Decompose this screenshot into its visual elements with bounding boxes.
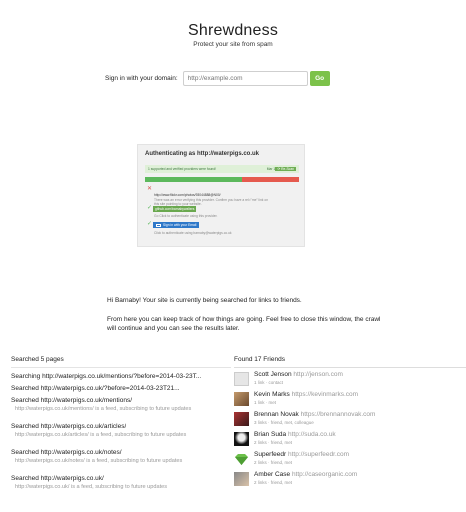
friend-name: Superfeedr <box>254 451 287 458</box>
rescan-label: Re-Scan <box>281 166 294 171</box>
log-item[interactable]: Searching http://waterpigs.co.uk/mention… <box>11 373 201 380</box>
friend-name: Amber Case <box>254 471 291 478</box>
friend-meta: 2 links · friend, met <box>254 440 293 445</box>
check-icon-2: ✓ <box>147 221 153 227</box>
check-icon: ✓ <box>147 205 153 211</box>
avatar <box>234 472 249 486</box>
log-item-detail: http://waterpigs.co.uk/articles/ is a fe… <box>15 432 187 438</box>
log-item[interactable]: Searched http://waterpigs.co.uk/mentions… <box>11 397 132 404</box>
log-item-detail: http://waterpigs.co.uk/mentions/ is a fe… <box>15 406 192 412</box>
friend-item[interactable]: Superfeedr http://superfeedr.com 2 links… <box>234 450 466 468</box>
auth-success-text: 1 supported and verified providers were … <box>148 167 216 171</box>
email-hint: Click to authenticate using barnaby@wate… <box>154 231 232 235</box>
friend-meta: 2 links · friend, met <box>254 460 293 465</box>
friend-name: Kevin Marks <box>254 391 290 398</box>
app-subtitle: Protect your site from spam <box>193 41 273 48</box>
friend-url[interactable]: http://superfeedr.com <box>288 451 349 458</box>
searched-heading: Searched 5 pages <box>11 356 231 368</box>
avatar <box>234 392 249 406</box>
envelope-icon <box>156 223 161 227</box>
friend-item[interactable]: Kevin Marks https://kevinmarks.com 1 lin… <box>234 390 466 408</box>
friend-url[interactable]: http://jenson.com <box>293 371 343 378</box>
provider-url[interactable]: http://www.flickr.com/photos/93044888@N0… <box>154 193 221 197</box>
github-hint: Go Click to authenticate using this prov… <box>154 214 218 218</box>
friends-heading: Found 17 Friends <box>234 356 466 368</box>
log-item[interactable]: Searched http://waterpigs.co.uk/?before=… <box>11 385 180 392</box>
friend-name: Brian Suda <box>254 431 287 438</box>
gem-icon <box>234 452 249 466</box>
friend-meta: 1 link · met <box>254 400 277 405</box>
avatar <box>234 432 249 446</box>
auth-preview-card: Authenticating as http://waterpigs.co.uk… <box>137 144 305 247</box>
log-item[interactable]: Searched http://waterpigs.co.uk/ <box>11 475 104 482</box>
searched-pages-panel: Searched 5 pages Searching http://waterp… <box>11 356 231 490</box>
signin-label: Sign in with your domain: <box>105 75 178 82</box>
friend-item[interactable]: Scott Jenson http://jenson.com 1 link · … <box>234 370 466 388</box>
log-item[interactable]: Searched http://waterpigs.co.uk/notes/ <box>11 449 122 456</box>
auth-title: Authenticating as http://waterpigs.co.uk <box>145 151 260 157</box>
friend-meta: 2 links · friend, met <box>254 480 293 485</box>
avatar <box>234 412 249 426</box>
friend-item[interactable]: Amber Case http://caseorganic.com 2 link… <box>234 470 466 488</box>
avatar <box>234 372 249 386</box>
friend-name: Brennan Novak <box>254 411 299 418</box>
github-provider-button[interactable]: github.com/barnabywalters <box>153 206 197 212</box>
header: Shrewdness Protect your site from spam <box>0 22 466 48</box>
auth-progress-fill <box>145 177 243 182</box>
email-signin-button[interactable]: Sign in with your Email <box>153 222 200 228</box>
error-x-icon: ✕ <box>147 186 153 192</box>
friend-url[interactable]: http://suda.co.uk <box>288 431 336 438</box>
friend-url[interactable]: https://brennannovak.com <box>301 411 376 418</box>
friend-url[interactable]: https://kevinmarks.com <box>292 391 358 398</box>
friend-meta: 1 link · contact <box>254 380 284 385</box>
status-message: Hi Barnaby! Your site is currently being… <box>107 296 387 333</box>
friend-name: Scott Jenson <box>254 371 292 378</box>
friend-meta: 3 links · friend, met, colleague <box>254 420 314 425</box>
status-line-1: Hi Barnaby! Your site is currently being… <box>107 297 302 304</box>
app-title: Shrewdness <box>187 22 279 39</box>
friend-url[interactable]: http://caseorganic.com <box>292 471 357 478</box>
log-item-detail: http://waterpigs.co.uk/notes/ is a feed,… <box>15 458 183 464</box>
log-item-detail: http://waterpigs.co.uk/ is a feed, subsc… <box>15 484 168 490</box>
friend-item[interactable]: Brian Suda http://suda.co.uk 2 links · f… <box>234 430 466 448</box>
status-line-2: From here you can keep track of how thin… <box>107 316 381 332</box>
log-item[interactable]: Searched http://waterpigs.co.uk/articles… <box>11 423 126 430</box>
domain-input[interactable] <box>182 71 308 86</box>
auth-progress-bar <box>145 177 299 182</box>
email-signin-label: Sign in with your Email <box>163 223 197 227</box>
go-button[interactable]: Go <box>309 71 330 86</box>
friends-panel: Found 17 Friends Scott Jenson http://jen… <box>234 356 466 486</box>
signin-form: Sign in with your domain: Go <box>105 71 330 86</box>
friend-item[interactable]: Brennan Novak https://brennannovak.com 3… <box>234 410 466 428</box>
rescan-button[interactable]: ⟳ Re-Scan <box>275 166 296 171</box>
auth-success-banner: 1 supported and verified providers were … <box>145 165 299 173</box>
